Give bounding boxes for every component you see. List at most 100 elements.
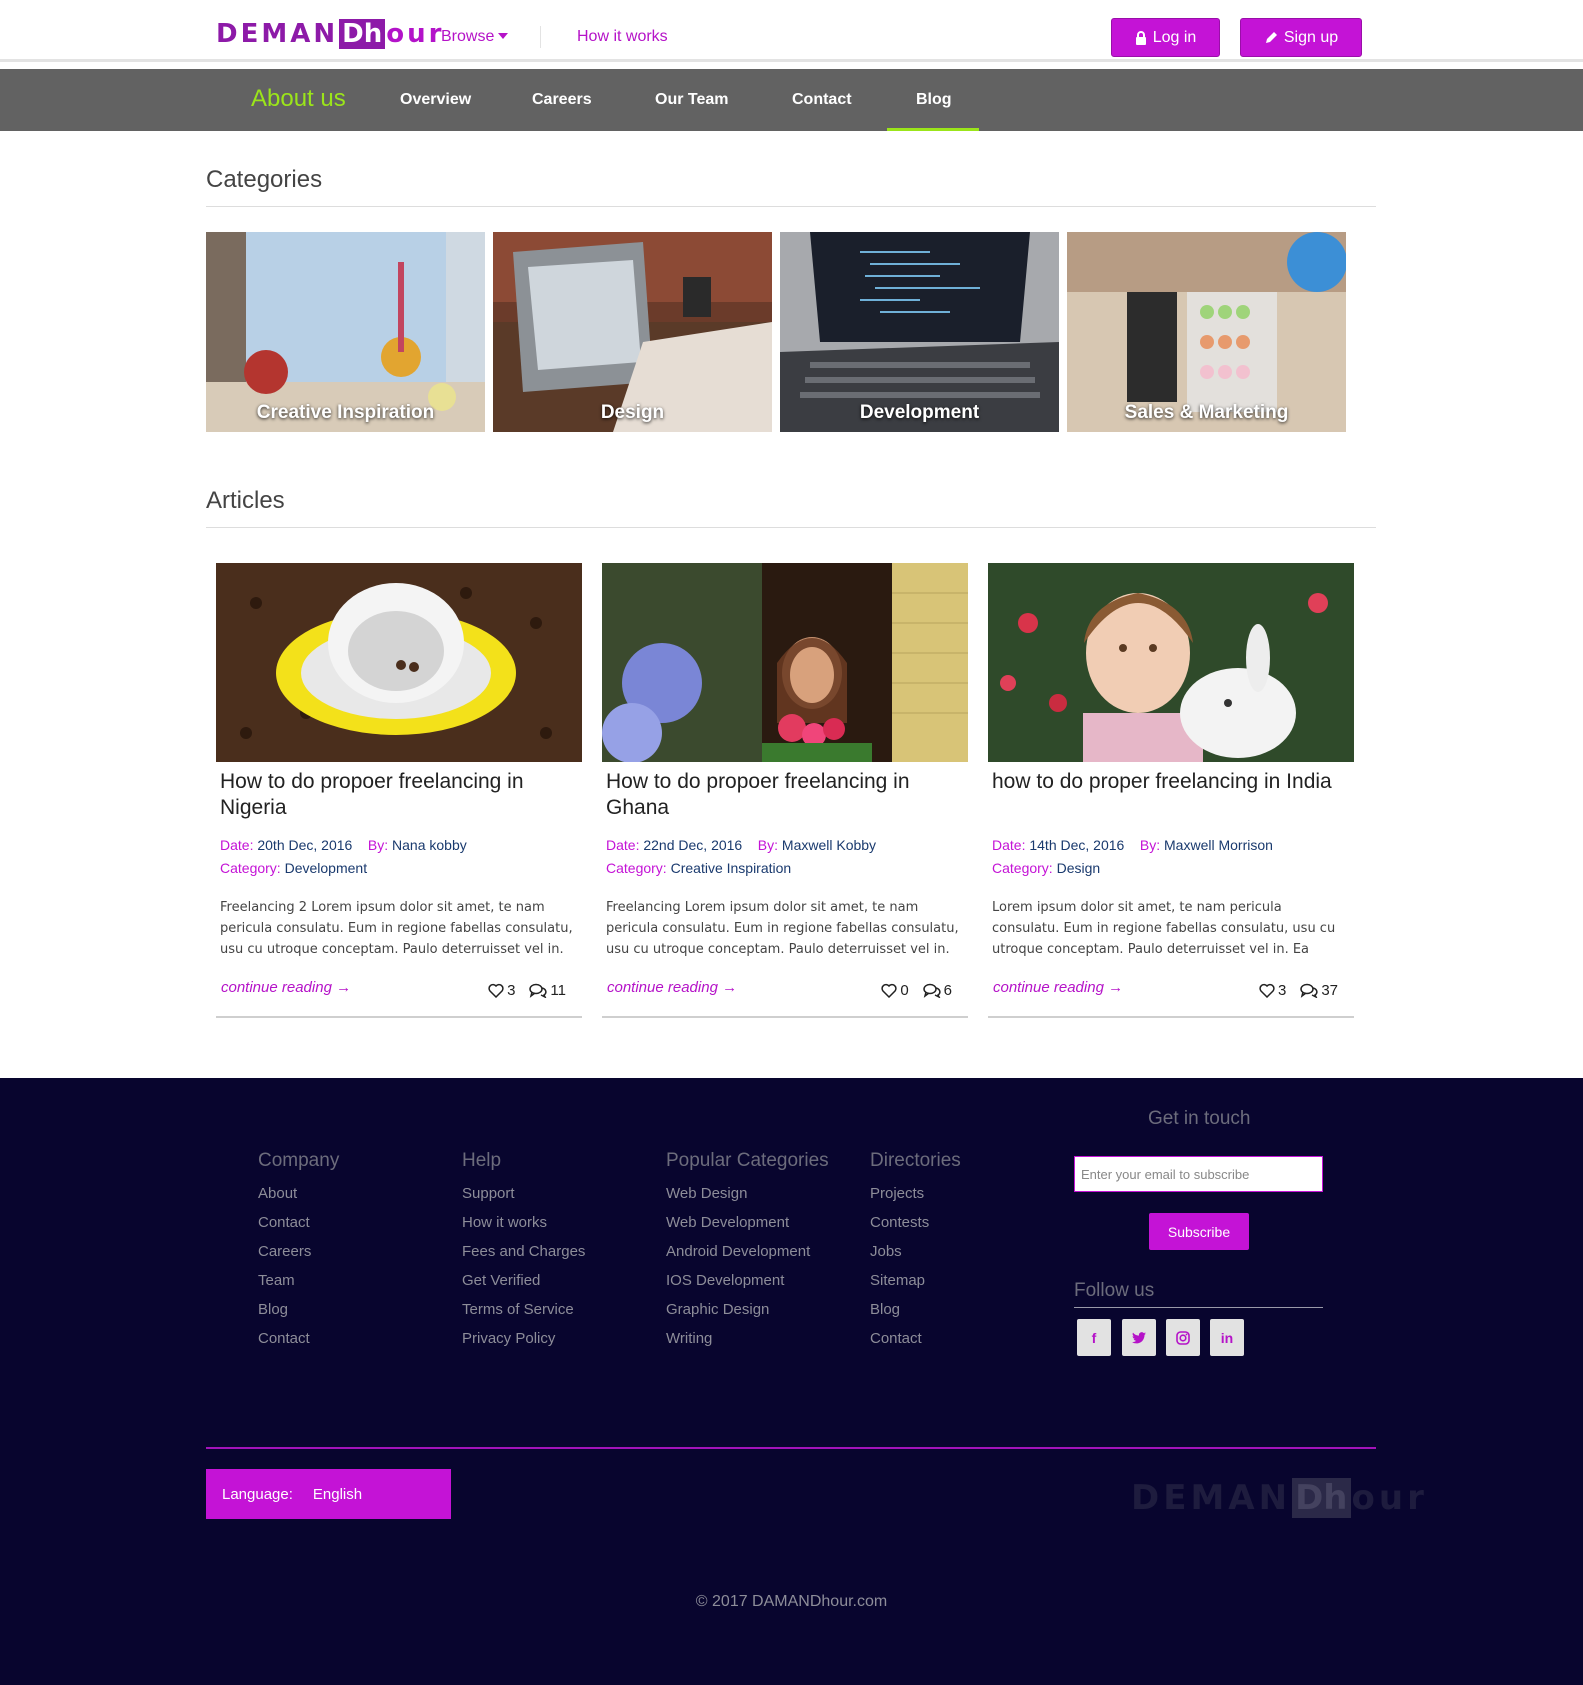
footer-link[interactable]: Privacy Policy [462, 1324, 585, 1353]
category-key: Category: [606, 860, 667, 876]
active-tab-indicator [887, 128, 979, 131]
article-author[interactable]: Maxwell Morrison [1164, 837, 1273, 853]
author-key: By: [757, 837, 779, 853]
articles-heading: Articles [206, 487, 285, 514]
category-design[interactable]: Design [493, 232, 772, 432]
signup-label: Sign up [1283, 28, 1339, 46]
likes-button[interactable]: 0 [881, 982, 909, 999]
article-stats: 3 37 [1259, 982, 1338, 999]
footer-link[interactable]: Contests [870, 1208, 961, 1237]
copyright: © 2017 DAMANDhour.com [695, 1593, 888, 1610]
footer-link[interactable]: About [258, 1179, 339, 1208]
footer-link[interactable]: Fees and Charges [462, 1237, 585, 1266]
category-sales-marketing[interactable]: Sales & Marketing [1067, 232, 1346, 432]
article-title[interactable]: How to do propoer freelancing in Nigeria [220, 769, 576, 821]
footer-link[interactable]: Web Design [666, 1179, 829, 1208]
continue-reading-link[interactable]: continue reading → [221, 979, 351, 996]
woman-flowers-photo [602, 563, 968, 762]
article-meta: Date: 14th Dec, 2016 By: Maxwell Morriso… [992, 837, 1273, 853]
likes-button[interactable]: 3 [488, 982, 515, 999]
footer-link[interactable]: Sitemap [870, 1266, 961, 1295]
footer-link[interactable]: Contact [870, 1324, 961, 1353]
signup-button[interactable]: Sign up [1240, 18, 1362, 57]
tab-careers[interactable]: Careers [532, 91, 592, 109]
categories-heading: Categories [206, 166, 323, 193]
twitter-icon[interactable] [1122, 1319, 1156, 1356]
logo-text-1: DEMAN [216, 19, 339, 49]
footer-link[interactable]: Graphic Design [666, 1295, 829, 1324]
article-meta: Date: 22nd Dec, 2016 By: Maxwell Kobby [606, 837, 876, 853]
tab-blog[interactable]: Blog [916, 91, 952, 109]
footer-link[interactable]: Contact [258, 1208, 339, 1237]
girl-rabbit-photo [988, 563, 1354, 762]
linkedin-icon[interactable]: in [1210, 1319, 1244, 1356]
article-card: how to do proper freelancing in India Da… [988, 563, 1354, 1018]
article-category[interactable]: Design [1057, 860, 1101, 876]
footer-heading: Directories [870, 1150, 961, 1171]
subscribe-button[interactable]: Subscribe [1149, 1213, 1249, 1250]
article-author[interactable]: Maxwell Kobby [782, 837, 876, 853]
footer-link[interactable]: Contact [258, 1324, 339, 1353]
category-development[interactable]: Development [780, 232, 1059, 432]
tab-overview[interactable]: Overview [400, 91, 471, 109]
comments-button[interactable]: 6 [922, 982, 952, 999]
language-selector[interactable]: Language: English [206, 1469, 451, 1519]
comments-count: 11 [550, 982, 566, 999]
footer-link[interactable]: Writing [666, 1324, 829, 1353]
tab-our-team[interactable]: Our Team [655, 91, 729, 109]
instagram-icon[interactable] [1166, 1319, 1200, 1356]
category-creative-inspiration[interactable]: Creative Inspiration [206, 232, 485, 432]
article-category-row: Category: Creative Inspiration [606, 860, 791, 876]
follow-us-divider [1074, 1307, 1323, 1308]
footer-link[interactable]: Android Development [666, 1237, 829, 1266]
footer-link[interactable]: Get Verified [462, 1266, 585, 1295]
nav-divider [540, 26, 541, 48]
browse-menu[interactable]: Browse [441, 28, 509, 46]
footer-link[interactable]: Terms of Service [462, 1295, 585, 1324]
article-stats: 0 6 [881, 982, 952, 999]
caret-down-icon [498, 33, 509, 39]
article-author[interactable]: Nana kobby [392, 837, 467, 853]
category-label: Design [600, 402, 665, 423]
facebook-icon[interactable]: f [1077, 1319, 1111, 1356]
article-category[interactable]: Development [285, 860, 368, 876]
comments-button[interactable]: 37 [1300, 982, 1338, 999]
footer-link[interactable]: Careers [258, 1237, 339, 1266]
category-key: Category: [992, 860, 1053, 876]
footer-heading: Popular Categories [666, 1150, 829, 1171]
likes-button[interactable]: 3 [1259, 982, 1286, 999]
article-image[interactable] [602, 563, 968, 762]
footer-link[interactable]: Support [462, 1179, 585, 1208]
site-logo[interactable]: DEMAN Dh our [216, 17, 444, 51]
article-date: 22nd Dec, 2016 [643, 837, 743, 853]
footer-link[interactable]: Blog [258, 1295, 339, 1324]
footer-link[interactable]: Team [258, 1266, 339, 1295]
footer-column-company: Company About Contact Careers Team Blog … [258, 1150, 339, 1353]
article-category-row: Category: Development [220, 860, 367, 876]
article-meta: Date: 20th Dec, 2016 By: Nana kobby [220, 837, 467, 853]
pencil-icon [1265, 31, 1277, 43]
footer-link[interactable]: IOS Development [666, 1266, 829, 1295]
article-image[interactable] [216, 563, 582, 762]
article-image[interactable] [988, 563, 1354, 762]
tab-contact[interactable]: Contact [792, 91, 852, 109]
footer-link[interactable]: Jobs [870, 1237, 961, 1266]
article-title[interactable]: How to do propoer freelancing in Ghana [606, 769, 962, 821]
continue-reading-link[interactable]: continue reading → [993, 979, 1123, 996]
footer-logo-text-3: our [1351, 1478, 1428, 1518]
continue-reading-link[interactable]: continue reading → [607, 979, 737, 996]
footer-link[interactable]: Blog [870, 1295, 961, 1324]
comments-button[interactable]: 11 [529, 982, 566, 999]
article-title[interactable]: how to do proper freelancing in India [992, 769, 1348, 795]
footer-link[interactable]: How it works [462, 1208, 585, 1237]
category-label: Creative Inspiration [256, 402, 435, 423]
about-nav-bar: About us Overview Careers Our Team Conta… [0, 69, 1583, 131]
likes-count: 3 [507, 982, 516, 999]
subscribe-email-input[interactable] [1074, 1156, 1323, 1192]
login-button[interactable]: Log in [1111, 18, 1220, 57]
article-category[interactable]: Creative Inspiration [671, 860, 792, 876]
footer-link[interactable]: Web Development [666, 1208, 829, 1237]
articles-divider [206, 527, 1376, 528]
how-it-works-link[interactable]: How it works [577, 28, 668, 46]
footer-link[interactable]: Projects [870, 1179, 961, 1208]
